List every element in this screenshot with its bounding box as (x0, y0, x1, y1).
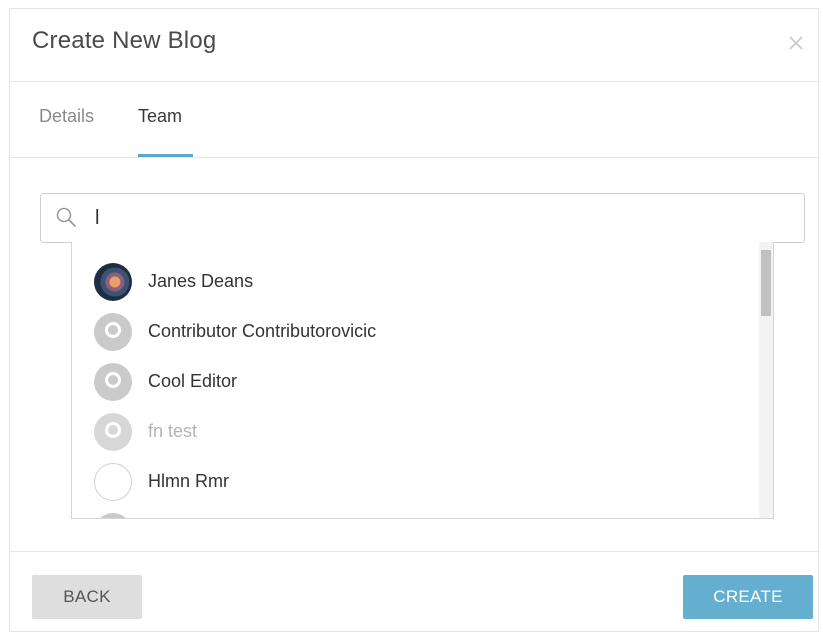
list-item[interactable]: Janes Deans (72, 257, 758, 307)
user-name: Cool Editor (148, 371, 238, 391)
search-icon (55, 206, 77, 228)
user-name: Contributor Contributorovicic (148, 321, 377, 341)
dialog-title: Create New Blog (32, 27, 217, 54)
create-blog-dialog: Create New Blog Details Team Janes Deans (9, 8, 819, 632)
avatar (94, 463, 132, 501)
close-icon[interactable] (784, 31, 808, 55)
dialog-header: Create New Blog (10, 9, 818, 82)
user-name: fn test (148, 421, 198, 441)
avatar (94, 263, 132, 301)
user-name: Janes Deans (148, 271, 254, 291)
default-user-icon (105, 372, 121, 388)
default-user-icon (105, 322, 121, 338)
list-item[interactable] (72, 507, 758, 518)
active-tab-indicator (138, 154, 193, 157)
avatar (94, 513, 132, 518)
user-name: Hlmn Rmr (148, 471, 229, 491)
avatar (94, 363, 132, 401)
tab-bar: Details Team (10, 82, 818, 158)
tab-team[interactable]: Team (138, 106, 182, 127)
search-results-list: Janes Deans Contributor Contributorovici… (71, 242, 774, 519)
tab-details[interactable]: Details (39, 106, 94, 127)
avatar (94, 413, 132, 451)
dialog-footer: BACK CREATE (10, 551, 818, 633)
search-input[interactable] (95, 202, 785, 234)
list-item[interactable]: fn test (72, 407, 758, 457)
back-button[interactable]: BACK (32, 575, 142, 619)
team-search-box (40, 193, 805, 243)
list-item[interactable]: Hlmn Rmr (72, 457, 758, 507)
scrollbar-thumb[interactable] (761, 250, 771, 316)
default-user-icon (105, 422, 121, 438)
list-item[interactable]: Contributor Contributorovicic (72, 307, 758, 357)
create-button[interactable]: CREATE (683, 575, 813, 619)
list-item[interactable]: Cool Editor (72, 357, 758, 407)
avatar (94, 313, 132, 351)
results-scrollbar[interactable] (759, 242, 773, 518)
